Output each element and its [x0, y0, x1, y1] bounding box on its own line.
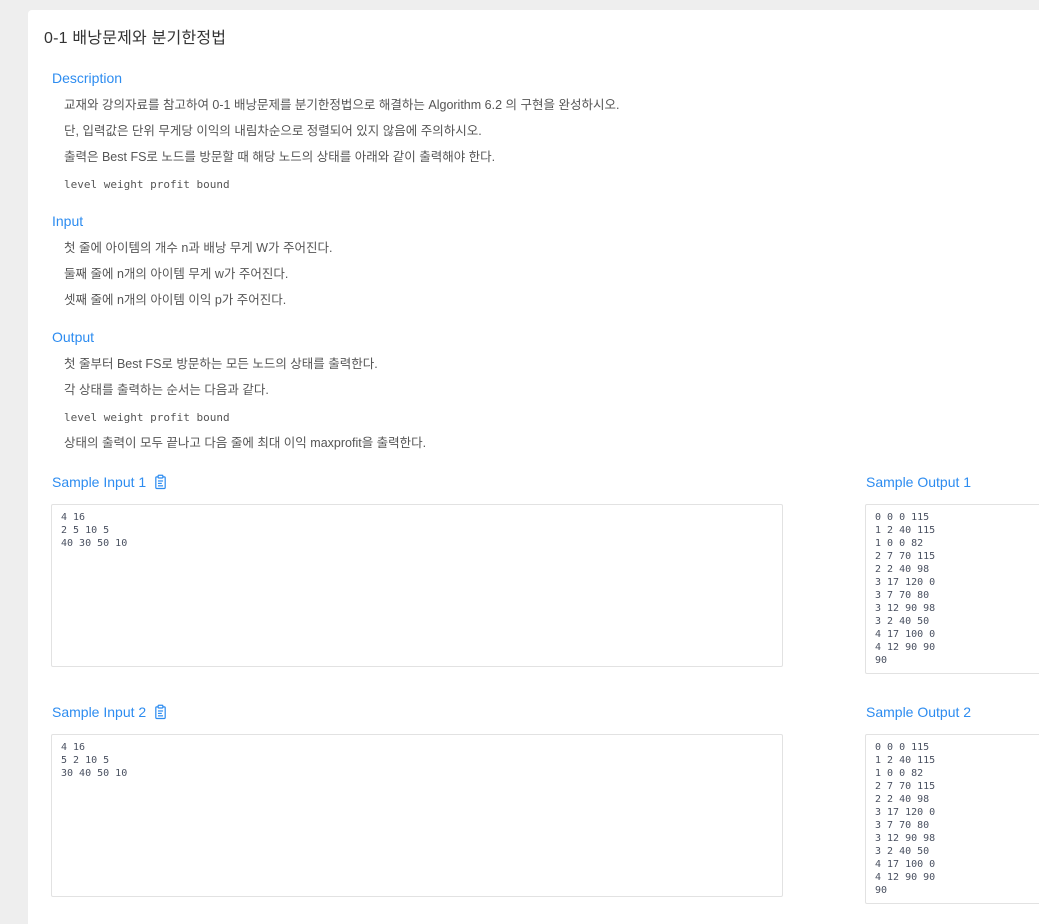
sample-output-1-column: Sample Output 1 0 0 0 115 1 2 40 115 1 0…	[865, 474, 1039, 674]
page-title: 0-1 배낭문제와 분기한정법	[44, 30, 227, 47]
output-paragraph: 상태의 출력이 모두 끝나고 다음 줄에 최대 이익 maxprofit을 출력…	[64, 436, 427, 450]
description-paragraph: 단, 입력값은 단위 무게당 이익의 내림차순으로 정렬되어 있지 않음에 주의…	[64, 124, 482, 138]
sample-output-1-heading: Sample Output 1	[866, 474, 1039, 490]
sample-output-2-label: Sample Output 2	[866, 704, 972, 720]
description-paragraph: 교재와 강의자료를 참고하여 0-1 배낭문제를 분기한정법으로 해결하는 Al…	[64, 98, 620, 112]
input-paragraph: 둘째 줄에 n개의 아이템 무게 w가 주어진다.	[64, 267, 289, 281]
sample-row-1: Sample Input 1 4 16 2 5 10 5 40 30 50 10	[51, 474, 1039, 674]
output-paragraph: 각 상태를 출력하는 순서는 다음과 같다.	[64, 383, 269, 397]
copy-icon[interactable]	[153, 474, 168, 490]
sample-input-2-heading: Sample Input 2	[52, 704, 783, 720]
output-format-line: level weight profit bound	[64, 411, 230, 424]
copy-icon[interactable]	[153, 704, 168, 720]
sample-input-1-column: Sample Input 1 4 16 2 5 10 5 40 30 50 10	[51, 474, 783, 667]
sample-output-2-heading: Sample Output 2	[866, 704, 1039, 720]
sample-input-1-heading: Sample Input 1	[52, 474, 783, 490]
input-heading: Input	[52, 213, 84, 229]
section-output: Output 첫 줄부터 Best FS로 방문하는 모든 노드의 상태를 출력…	[52, 329, 1039, 450]
section-input: Input 첫 줄에 아이템의 개수 n과 배낭 무게 W가 주어진다. 둘째 …	[52, 213, 1039, 307]
sample-input-2-label: Sample Input 2	[52, 704, 147, 720]
sample-input-1-box: 4 16 2 5 10 5 40 30 50 10	[51, 504, 783, 667]
problem-card: 0-1 배낭문제와 분기한정법 Description 교재와 강의자료를 참고…	[28, 10, 1039, 924]
sample-input-2-column: Sample Input 2 4 16 5 2 10 5 30 40 50 10	[51, 704, 783, 897]
description-format-line: level weight profit bound	[64, 178, 230, 191]
output-paragraph: 첫 줄부터 Best FS로 방문하는 모든 노드의 상태를 출력한다.	[64, 357, 378, 371]
sample-output-2-box: 0 0 0 115 1 2 40 115 1 0 0 82 2 7 70 115…	[865, 734, 1039, 904]
section-description: Description 교재와 강의자료를 참고하여 0-1 배낭문제를 분기한…	[52, 70, 1039, 191]
sample-output-2-column: Sample Output 2 0 0 0 115 1 2 40 115 1 0…	[865, 704, 1039, 904]
sample-output-1-box: 0 0 0 115 1 2 40 115 1 0 0 82 2 7 70 115…	[865, 504, 1039, 674]
description-heading: Description	[52, 70, 123, 86]
samples-area: Sample Input 1 4 16 2 5 10 5 40 30 50 10	[51, 474, 1039, 904]
description-paragraph: 출력은 Best FS로 노드를 방문할 때 해당 노드의 상태를 아래와 같이…	[64, 150, 496, 164]
sample-output-1-label: Sample Output 1	[866, 474, 972, 490]
output-heading: Output	[52, 329, 95, 345]
input-paragraph: 첫 줄에 아이템의 개수 n과 배낭 무게 W가 주어진다.	[64, 241, 333, 255]
sample-input-1-label: Sample Input 1	[52, 474, 147, 490]
input-paragraph: 셋째 줄에 n개의 아이템 이익 p가 주어진다.	[64, 293, 287, 307]
sample-row-2: Sample Input 2 4 16 5 2 10 5 30 40 50 10	[51, 704, 1039, 904]
problem-sections: Description 교재와 강의자료를 참고하여 0-1 배낭문제를 분기한…	[52, 70, 1039, 450]
sample-input-2-box: 4 16 5 2 10 5 30 40 50 10	[51, 734, 783, 897]
